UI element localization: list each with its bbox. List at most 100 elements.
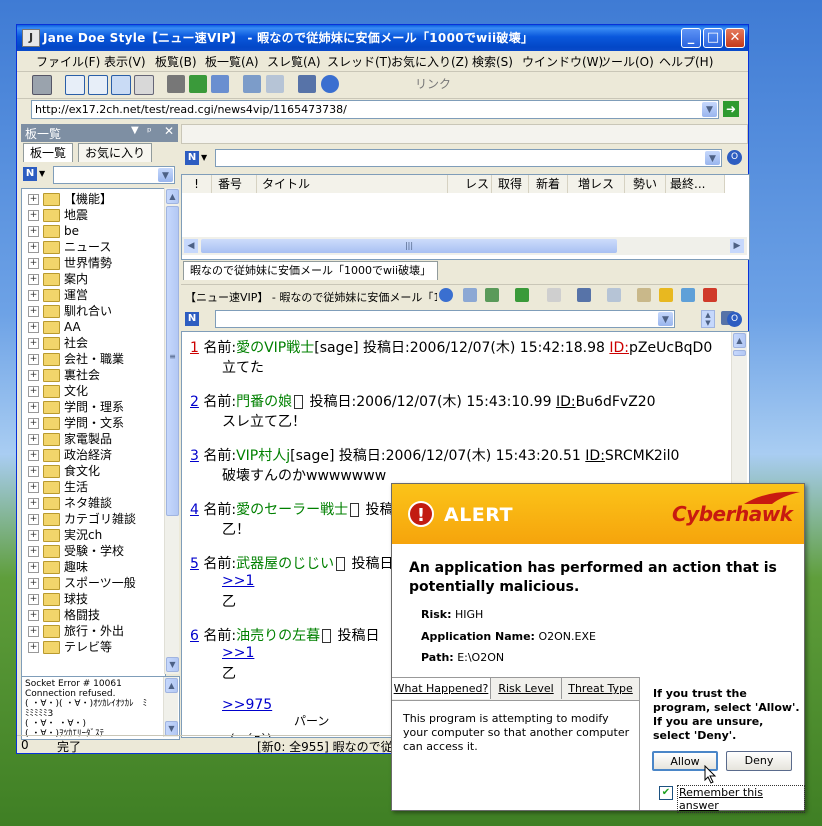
expand-icon[interactable]: + [28, 210, 39, 221]
refresh-icon[interactable] [515, 288, 529, 302]
title-bar[interactable]: J Jane Doe Style【ニュー速VIP】 - 暇なので従姉妹に安価メー… [17, 25, 748, 51]
reload-icon[interactable] [485, 288, 499, 302]
expand-icon[interactable]: + [28, 354, 39, 365]
post-number[interactable]: 4 [190, 502, 199, 518]
menu-view[interactable]: 表示(V) [104, 53, 146, 70]
scroll-down-icon[interactable]: ▼ [166, 657, 179, 672]
expand-icon[interactable]: + [28, 482, 39, 493]
board-category[interactable]: + 政治経済 [28, 447, 112, 463]
layout-3pane-icon[interactable] [88, 75, 108, 95]
menu-board-list[interactable]: 板一覧(A) [205, 53, 259, 70]
go-arrow-icon[interactable]: ➜ [723, 101, 739, 117]
expand-icon[interactable]: + [28, 642, 39, 653]
post-number[interactable]: 5 [190, 556, 199, 572]
layout-2pane-icon[interactable] [65, 75, 85, 95]
search-icon[interactable] [266, 75, 284, 93]
expand-icon[interactable]: + [28, 386, 39, 397]
close-pane-icon[interactable]: ✕ [164, 124, 174, 138]
expand-icon[interactable]: + [28, 306, 39, 317]
board-category[interactable]: + 裏社会 [28, 367, 100, 383]
board-category[interactable]: + AA [28, 319, 81, 335]
remember-checkbox[interactable]: ✔ [659, 786, 673, 800]
tab-threat-type[interactable]: Threat Type [562, 678, 639, 699]
board-category[interactable]: + 文化 [28, 383, 88, 399]
expand-icon[interactable]: + [28, 370, 39, 381]
scroll-up-icon[interactable]: ▲ [733, 333, 746, 348]
board-category[interactable]: + 格闘技 [28, 607, 100, 623]
expand-icon[interactable]: + [28, 530, 39, 541]
scroll-thumb[interactable]: ≡ [166, 206, 179, 516]
expand-icon[interactable]: + [28, 226, 39, 237]
expand-icon[interactable]: + [28, 562, 39, 573]
col-header[interactable]: 勢い [625, 175, 666, 193]
options-icon[interactable]: O [727, 150, 742, 165]
board-category[interactable]: + 世界情勢 [28, 255, 112, 271]
menu-thread-list[interactable]: スレ覧(A) [267, 53, 321, 70]
expand-icon[interactable]: + [28, 322, 39, 333]
minimize-button[interactable]: _ [681, 28, 701, 48]
id-label[interactable]: ID: [585, 448, 605, 464]
search-icon[interactable] [607, 288, 621, 302]
id-label[interactable]: ID: [609, 340, 629, 356]
chevron-down-icon[interactable]: ▼ [658, 312, 673, 326]
star-icon[interactable] [659, 288, 673, 302]
tab-what-happened[interactable]: What Happened? [392, 678, 491, 699]
chevron-down-icon[interactable]: ▼ [158, 168, 173, 182]
expand-icon[interactable]: + [28, 498, 39, 509]
thread-list-hscrollbar[interactable]: ◀ ||| ▶ [182, 237, 747, 255]
board-category[interactable]: + テレビ等 [28, 639, 112, 655]
refresh-all-icon[interactable] [211, 75, 229, 93]
expand-icon[interactable]: + [28, 626, 39, 637]
help-icon[interactable] [321, 75, 339, 93]
layout-full-icon[interactable] [134, 75, 154, 95]
dropdown-icon[interactable]: ▼ [131, 125, 139, 136]
post-filter-input[interactable]: ▼ [215, 310, 675, 328]
stop-icon[interactable] [439, 288, 453, 302]
board-category[interactable]: + 実況ch [28, 527, 102, 543]
filter-dropdown-icon[interactable]: ▼ [39, 169, 45, 178]
tab-board-list[interactable]: 板一覧 [23, 143, 74, 162]
col-header[interactable]: 取得 [492, 175, 529, 193]
expand-icon[interactable]: + [28, 194, 39, 205]
expand-icon[interactable]: + [28, 258, 39, 269]
col-header[interactable]: ! [182, 175, 212, 193]
chevron-down-icon[interactable]: ▼ [702, 102, 717, 117]
filter-badge[interactable]: N [185, 151, 199, 165]
expand-icon[interactable]: + [28, 450, 39, 461]
scroll-up-icon[interactable]: ▲ [166, 189, 179, 204]
filter-badge[interactable]: N [185, 312, 199, 326]
menu-file[interactable]: ファイル(F) [36, 53, 100, 70]
tab-risk-level[interactable]: Risk Level [491, 678, 562, 699]
pen-icon[interactable] [577, 288, 591, 302]
col-header[interactable]: 番号 [212, 175, 257, 193]
scroll-thumb[interactable]: ||| [201, 239, 617, 253]
maximize-button[interactable]: □ [703, 28, 723, 48]
expand-icon[interactable]: + [28, 402, 39, 413]
filter-badge[interactable]: N [23, 167, 37, 181]
copy-icon[interactable] [547, 288, 561, 302]
thread-filter-input[interactable]: ▼ [215, 149, 722, 167]
tab-thread[interactable]: 暇なので従姉妹に安価メール「1000でwii破壊」 [183, 261, 439, 280]
chevron-down-icon[interactable]: ▼ [705, 151, 720, 165]
reply-anchor[interactable]: >>1 [222, 645, 254, 661]
menu-window[interactable]: ウインドウ(W) [522, 53, 603, 70]
tools-icon[interactable] [32, 75, 52, 95]
expand-icon[interactable]: + [28, 338, 39, 349]
board-category[interactable]: + 球技 [28, 591, 88, 607]
board-category[interactable]: + 生活 [28, 479, 88, 495]
board-category[interactable]: + 旅行・外出 [28, 623, 124, 639]
board-category[interactable]: + 【機能】 [28, 191, 112, 207]
col-header[interactable]: 新着 [529, 175, 568, 193]
url-input[interactable]: http://ex17.2ch.net/test/read.cgi/news4v… [31, 100, 719, 119]
post-number[interactable]: 3 [190, 448, 199, 464]
menu-favorites[interactable]: お気に入り(Z) [391, 53, 469, 70]
expand-icon[interactable]: + [28, 514, 39, 525]
expand-icon[interactable]: + [28, 594, 39, 605]
menu-help[interactable]: ヘルプ(H) [659, 53, 713, 70]
note-icon[interactable] [637, 288, 651, 302]
board-category[interactable]: + 案内 [28, 271, 88, 287]
expand-icon[interactable]: + [28, 418, 39, 429]
board-category[interactable]: + カテゴリ雑談 [28, 511, 136, 527]
board-category[interactable]: + 学問・理系 [28, 399, 124, 415]
expand-icon[interactable]: + [28, 434, 39, 445]
